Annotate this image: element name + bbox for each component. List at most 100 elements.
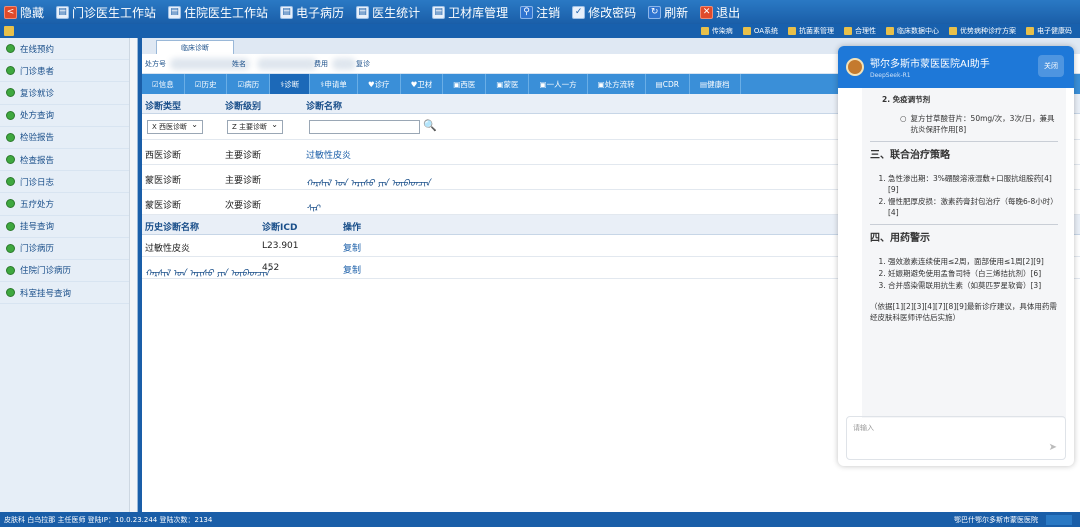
sidebar-item-outpatient-record[interactable]: 门诊病历 — [0, 238, 137, 260]
hide-icon: < — [4, 5, 17, 19]
label-revisit: 复诊 — [356, 59, 370, 68]
nav-info[interactable]: ☑ 信息 — [142, 74, 185, 94]
chat-message: 2. 免疫调节剂 ○ 复方甘草酸苷片：50mg/次，3次/日，兼具抗炎保肝作用[8… — [862, 88, 1066, 418]
sidebar-item-revisit[interactable]: 复诊就诊 — [0, 82, 137, 105]
sidebar-item-outpatient-log[interactable]: 门诊日志 — [0, 171, 137, 194]
col-hist-icd: 诊断ICD — [262, 223, 298, 233]
nav-treatment[interactable]: ♥ 诊疗 — [358, 74, 401, 94]
leaf-icon — [6, 221, 15, 231]
nav-prescription-flow[interactable]: ▣ 处方流转 — [588, 74, 646, 94]
tab-clinical-diagnosis[interactable]: 临床诊断 — [156, 40, 234, 54]
redacted-value — [257, 57, 317, 70]
exit-icon: ✕ — [700, 5, 714, 19]
label-name: 姓名 — [232, 59, 246, 68]
status-bar: 皮肤科 白乌拉那 主任医师 登陆IP：10.0.23.244 登陆次数：2134… — [0, 512, 1080, 527]
stats-icon: ▤ — [356, 5, 370, 19]
collapse-icon[interactable] — [4, 26, 14, 36]
sidebar-item-five-therapy[interactable]: 五疗处方 — [0, 193, 137, 216]
emr-icon: ▤ — [280, 5, 294, 19]
leaf-icon — [6, 243, 15, 253]
nav-health-record[interactable]: ▤ 健康档 — [690, 74, 741, 94]
cell: 过敏性皮炎 — [306, 151, 352, 161]
sidebar-item-lab-report[interactable]: 检验报告 — [0, 127, 137, 149]
leaf-icon — [6, 288, 15, 298]
sidebar-item-registration-query[interactable]: 挂号查询 — [0, 216, 137, 238]
sidebar-item-dept-registration[interactable]: 科室挂号查询 — [0, 282, 137, 305]
leaf-icon — [6, 44, 15, 54]
toolbar-doctor-stats[interactable]: ▤ 医生统计 — [356, 4, 420, 21]
nav-western[interactable]: ▣ 西医 — [443, 74, 487, 94]
refresh-icon: ↻ — [648, 5, 662, 19]
toolbar-outpatient-station[interactable]: ▤ 门诊医生工作站 — [56, 4, 156, 21]
footnote: （依据[1][2][3][4][7][8][9]最新诊疗建议，具体用药需经皮肤科… — [870, 302, 1057, 322]
inpatient-icon: ▤ — [168, 5, 182, 19]
list-item: 慢性肥厚皮损：激素药膏封包治疗（每晚6-8小时）[4] — [888, 196, 1058, 218]
strategy-list: 急性渗出期：3%硼酸溶液湿敷+口服抗组胺药[4][9] 慢性肥厚皮损：激素药膏封… — [870, 173, 1058, 218]
leaf-icon — [6, 110, 15, 120]
close-button[interactable]: 关闭 — [1038, 55, 1064, 77]
link-clinical-data[interactable]: 临床数据中心 — [886, 26, 939, 36]
sidebar-item-outpatients[interactable]: 门诊患者 — [0, 60, 137, 83]
cell: ᠬᠠᠷᠰᠢᠯ ᠤᠨ ᠠᠷᠢᠰᠤ ᠶᠢᠨ ᠦᠪᠡᠳᠴᠢᠨ — [145, 269, 270, 279]
chat-subtitle: DeepSeek-R1 — [870, 72, 911, 79]
link-health-code[interactable]: 电子健康码 — [1026, 26, 1072, 36]
cell: L23.901 — [262, 241, 299, 251]
link-treatment-plan[interactable]: 优势病种诊疗方案 — [949, 26, 1016, 36]
toolbar-exit[interactable]: ✕ 退出 — [700, 4, 740, 21]
link-rationality[interactable]: 合理性 — [844, 26, 876, 36]
nav-cdr[interactable]: ▤ CDR — [646, 74, 690, 94]
hospital-logo-icon — [846, 58, 864, 76]
leaf-icon — [6, 88, 15, 98]
nav-supplies[interactable]: ♥ 卫材 — [401, 74, 444, 94]
cell: 452 — [262, 263, 280, 273]
cell: ᠬᠠᠷᠰᠢᠯ ᠤᠨ ᠠᠷᠢᠰᠤ ᠶᠢᠨ ᠦᠪᠡᠳᠴᠢᠨ — [306, 179, 431, 189]
toolbar-logout[interactable]: ⚲ 注销 — [520, 4, 560, 21]
send-icon[interactable]: ➤ — [1049, 442, 1057, 453]
label-prescription-no: 处方号 — [145, 59, 166, 68]
sidebar-item-prescription-query[interactable]: 处方查询 — [0, 105, 137, 127]
sidebar-item-online-booking[interactable]: 在线预约 — [0, 38, 137, 61]
input-placeholder: 请输入 — [853, 424, 874, 432]
bullet-item: ○ 复方甘草酸苷片：50mg/次，3次/日，兼具抗炎保肝作用[8] — [900, 114, 1055, 134]
sidebar-item-inpatient-outpatient-record[interactable]: 住院门诊病历 — [0, 260, 137, 283]
col-dx-name: 诊断名称 — [306, 102, 343, 112]
label-fee: 费用 — [314, 59, 328, 68]
search-icon[interactable]: 🔍 — [423, 119, 437, 132]
warning-list: 强效激素连续使用≤2周，面部使用≤1周[2][9] 妊娠期避免使用孟鲁司特（白三… — [870, 256, 1058, 291]
toolbar-change-password[interactable]: ✓ 修改密码 — [572, 4, 636, 21]
nav-mongolian[interactable]: ▣ 蒙医 — [486, 74, 530, 94]
nav-record[interactable]: ☑ 病历 — [227, 74, 271, 94]
bullet-icon: ○ — [900, 114, 907, 123]
supplies-icon: ▤ — [432, 5, 446, 19]
leaf-icon — [6, 66, 15, 76]
toolbar-emr[interactable]: ▤ 电子病历 — [280, 4, 344, 21]
toolbar-inpatient-station[interactable]: ▤ 住院医生工作站 — [168, 4, 268, 21]
link-infectious[interactable]: 传染病 — [701, 26, 733, 36]
dx-name-input[interactable] — [309, 120, 420, 134]
col-hist-name: 历史诊断名称 — [145, 223, 200, 233]
logout-icon: ⚲ — [520, 5, 534, 19]
quick-links-bar: 传染病 OA系统 抗菌素管理 合理性 临床数据中心 优势病种诊疗方案 电子健康码 — [0, 24, 1080, 38]
chat-input[interactable]: 请输入 ➤ — [846, 416, 1066, 460]
nav-diagnosis[interactable]: ⚕ 诊断 — [270, 74, 311, 94]
nav-one-person-one-prescription[interactable]: ▣ 一人一方 — [529, 74, 588, 94]
toolbar-refresh[interactable]: ↻ 刷新 — [648, 4, 688, 21]
toolbar-supplies[interactable]: ▤ 卫材库管理 — [432, 4, 508, 21]
status-right: 鄂巴什鄂尔多斯市蒙医医院 — [954, 515, 1038, 524]
dx-level-select[interactable]: Z 主要诊断 — [227, 120, 283, 134]
nav-request[interactable]: ⚕ 申请单 — [310, 74, 358, 94]
leaf-icon — [6, 177, 15, 187]
nav-history[interactable]: ☑ 历史 — [185, 74, 228, 94]
status-left: 皮肤科 白乌拉那 主任医师 登陆IP：10.0.23.244 登陆次数：2134 — [4, 515, 213, 524]
link-oa[interactable]: OA系统 — [743, 26, 778, 36]
sidebar-item-exam-report[interactable]: 检查报告 — [0, 149, 137, 172]
leaf-icon — [6, 199, 15, 209]
cell: 蒙医诊断 — [145, 201, 182, 211]
toolbar-hide[interactable]: < 隐藏 — [4, 4, 44, 21]
dx-type-select[interactable]: X 西医诊断 — [147, 120, 203, 134]
leaf-icon — [6, 155, 15, 165]
copy-button[interactable]: 复制 — [343, 263, 361, 276]
sidebar-scrollbar[interactable] — [129, 38, 137, 512]
copy-button[interactable]: 复制 — [343, 241, 361, 254]
link-antibiotics[interactable]: 抗菌素管理 — [788, 26, 834, 36]
